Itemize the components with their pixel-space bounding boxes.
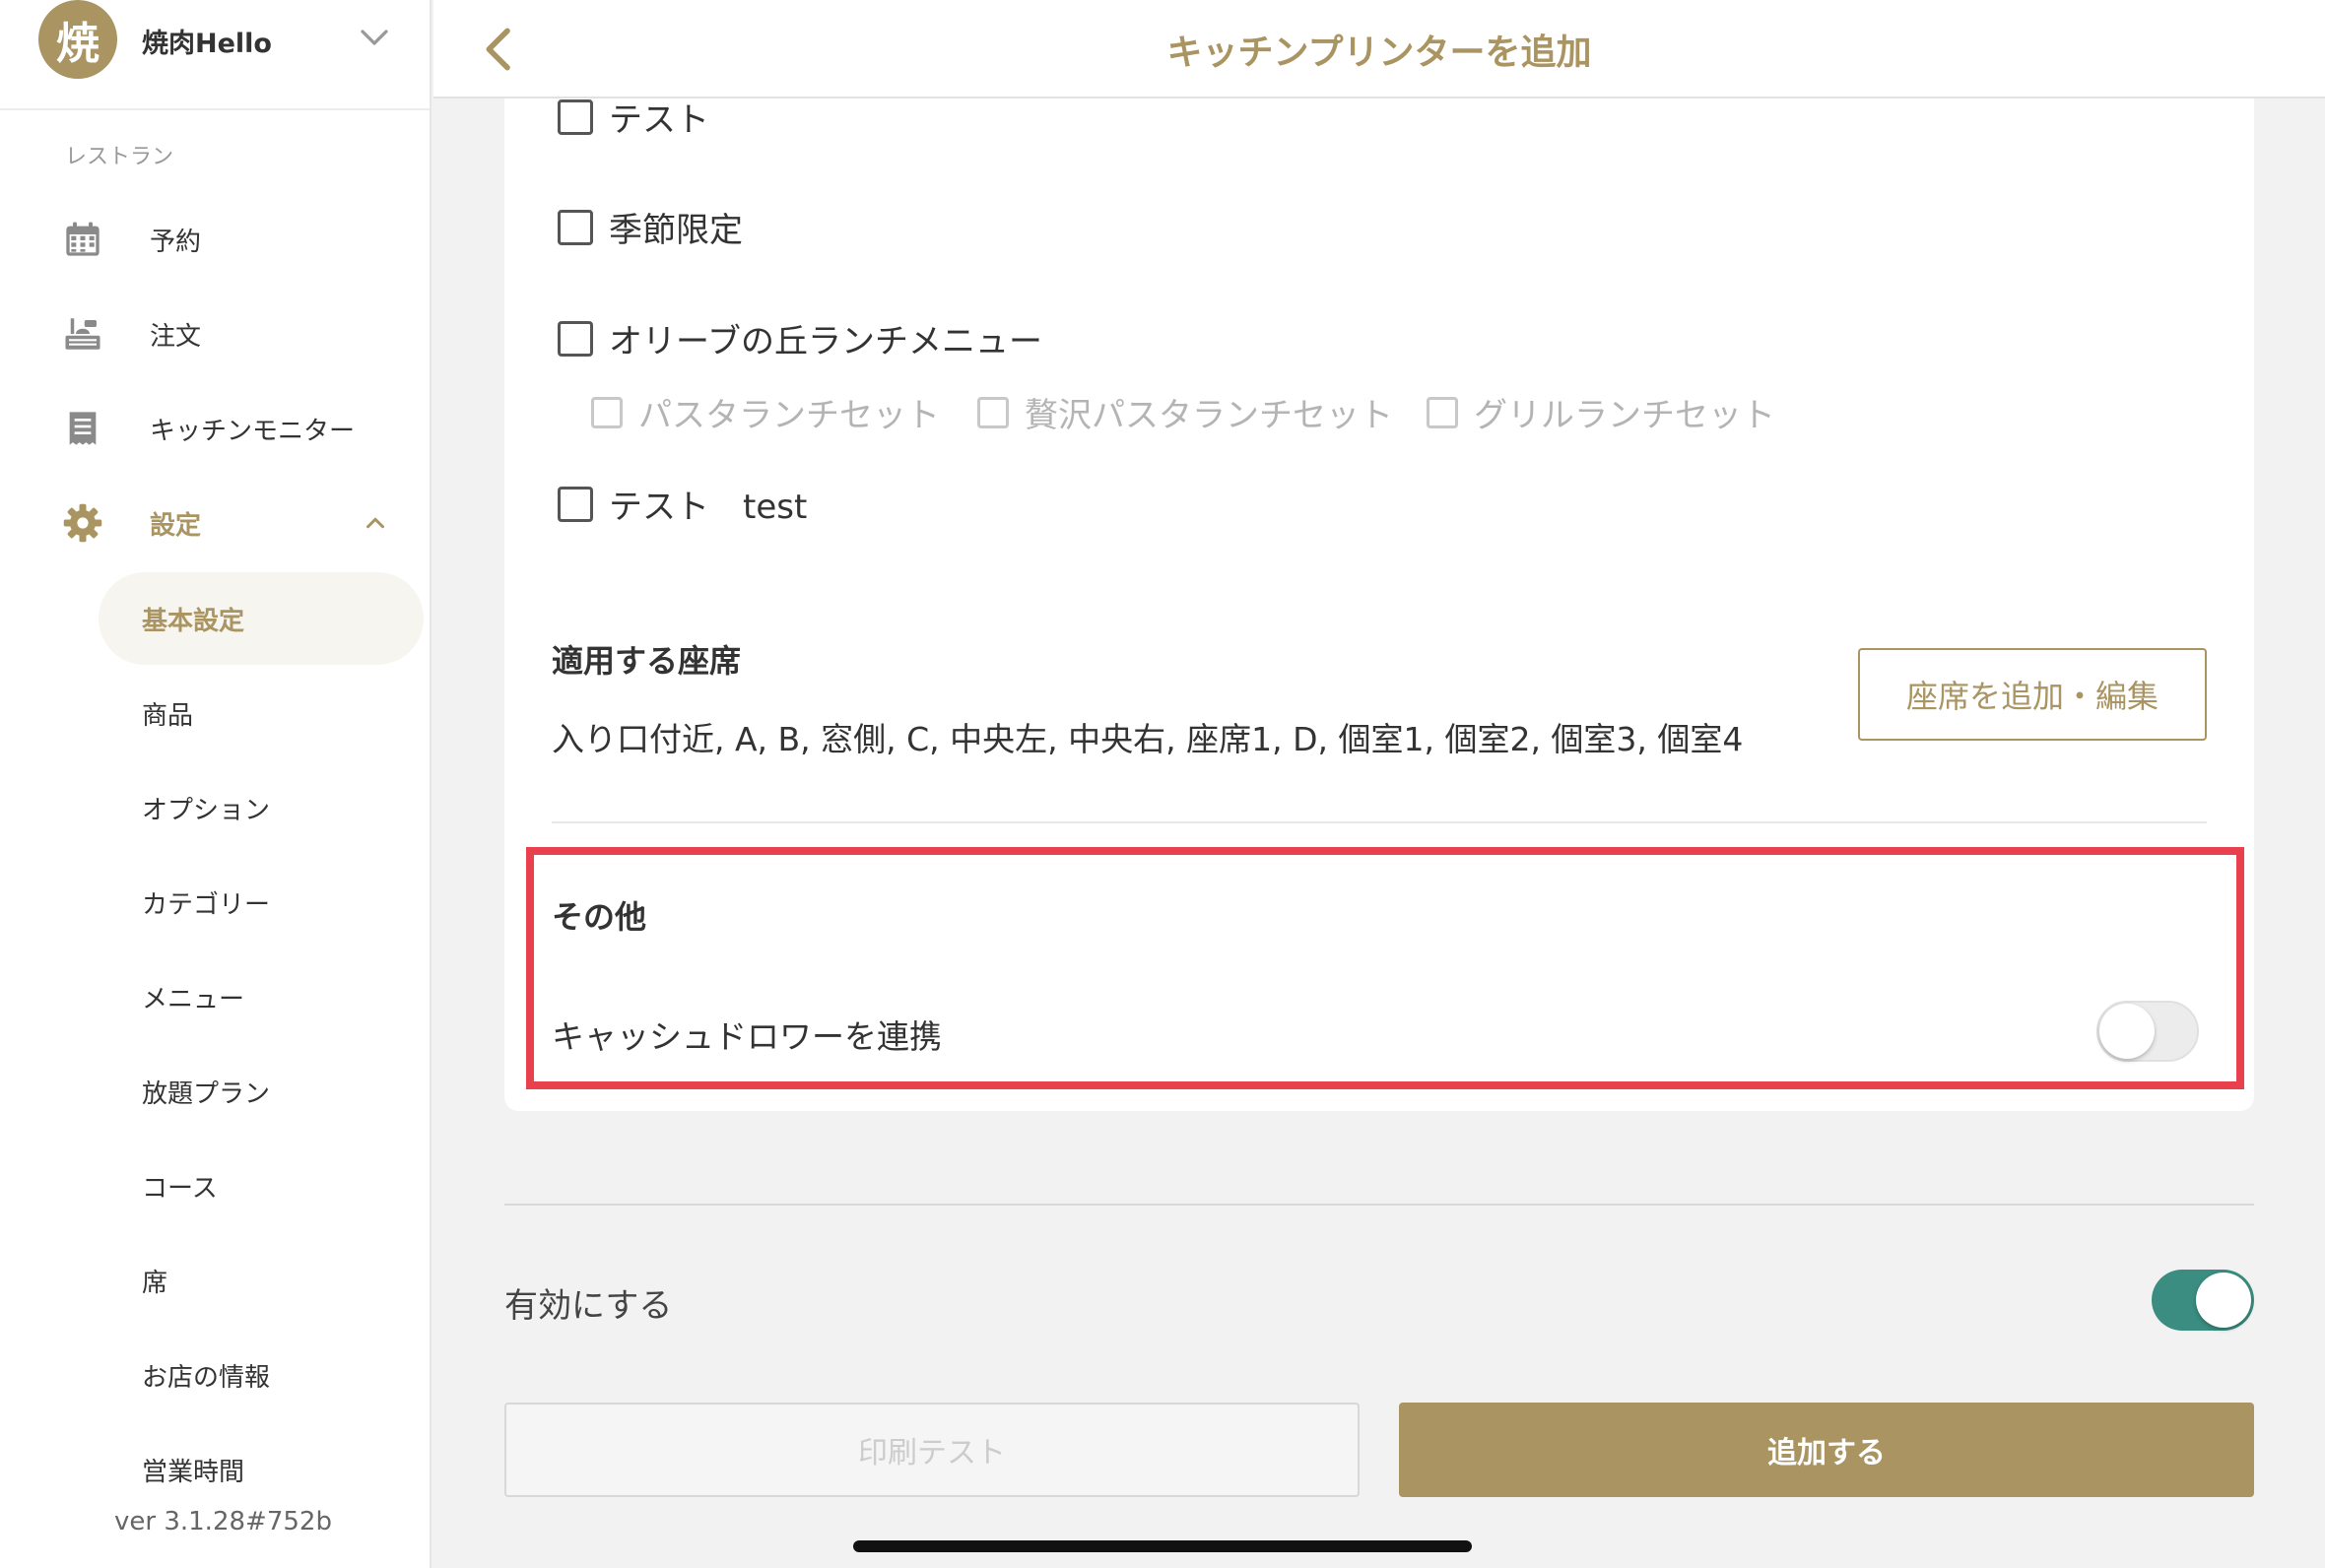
sidebar-subitem-options[interactable]: オプション bbox=[99, 761, 424, 854]
sidebar-subitem-seats[interactable]: 席 bbox=[99, 1234, 424, 1327]
enable-label: 有効にする bbox=[504, 1286, 673, 1326]
checkbox[interactable] bbox=[558, 209, 593, 245]
sidebar-subitem-label: 営業時間 bbox=[142, 1457, 245, 1487]
section-label: レストラン bbox=[65, 145, 174, 169]
checkbox-label: テスト test bbox=[609, 488, 808, 527]
app-version: ver 3.1.28#752b bbox=[114, 1507, 332, 1536]
sidebar-item-label: 設定 bbox=[150, 510, 202, 541]
checkbox bbox=[1427, 396, 1458, 428]
sidebar-subitem-store-info[interactable]: お店の情報 bbox=[99, 1329, 424, 1421]
menu-checkbox-row-disabled: グリルランチセット bbox=[1427, 388, 1775, 436]
sidebar-subitem-categories[interactable]: カテゴリー bbox=[99, 856, 424, 948]
printer-settings-card: テスト 季節限定 オリーブの丘ランチメニュー パスタランチセット 贅沢パスタラン… bbox=[504, 98, 2254, 1111]
toggle-knob bbox=[2099, 1004, 2155, 1059]
add-button[interactable]: 追加する bbox=[1399, 1403, 2254, 1497]
category-checkbox-row[interactable]: テスト test bbox=[558, 480, 807, 528]
checkbox-label: テスト bbox=[609, 100, 709, 140]
checkbox bbox=[977, 396, 1009, 428]
enable-toggle[interactable] bbox=[2152, 1270, 2254, 1331]
checkbox-label: グリルランチセット bbox=[1474, 396, 1775, 435]
sidebar-subitem-label: コース bbox=[142, 1173, 218, 1204]
sidebar-subitem-menus[interactable]: メニュー bbox=[99, 950, 424, 1043]
sidebar-subitem-label: 放題プラン bbox=[142, 1078, 271, 1109]
menu-checkbox-row-disabled: パスタランチセット bbox=[591, 388, 940, 436]
checkbox-label: パスタランチセット bbox=[638, 396, 940, 435]
sidebar-subitem-label: カテゴリー bbox=[142, 889, 271, 920]
sidebar-item-label: キッチンモニター bbox=[150, 416, 356, 446]
sidebar-item-settings[interactable]: 設定 bbox=[0, 489, 430, 557]
checkbox bbox=[591, 396, 623, 428]
checkbox[interactable] bbox=[558, 98, 593, 135]
checkbox[interactable] bbox=[558, 486, 593, 522]
divider bbox=[504, 1204, 2254, 1206]
category-checkbox-row[interactable]: オリーブの丘ランチメニュー bbox=[558, 314, 1042, 362]
cash-drawer-label: キャッシュドロワーを連携 bbox=[552, 1017, 942, 1056]
print-test-button[interactable]: 印刷テスト bbox=[504, 1403, 1360, 1497]
cash-drawer-toggle[interactable] bbox=[2096, 1001, 2199, 1062]
store-switcher[interactable]: 焼 焼肉Hello bbox=[0, 0, 430, 110]
home-indicator bbox=[853, 1540, 1472, 1552]
category-checkbox-row[interactable]: 季節限定 bbox=[558, 203, 743, 251]
sidebar-subitem-all-you-can-plans[interactable]: 放題プラン bbox=[99, 1045, 424, 1138]
sidebar-item-orders[interactable]: 注文 bbox=[0, 299, 430, 368]
sidebar-subitem-label: 基本設定 bbox=[142, 606, 245, 636]
top-bar: キッチンプリンターを追加 bbox=[433, 0, 2325, 98]
sidebar-subitem-courses[interactable]: コース bbox=[99, 1140, 424, 1232]
app: 焼 焼肉Hello レストラン 予約 注文 キッチンモニター 設定 基本設定 商… bbox=[0, 0, 2325, 1568]
other-section-title: その他 bbox=[552, 898, 647, 936]
sidebar-item-kitchen-monitor[interactable]: キッチンモニター bbox=[0, 394, 430, 463]
sidebar-subitem-label: メニュー bbox=[142, 984, 245, 1014]
checkbox-label: 季節限定 bbox=[609, 211, 743, 250]
checkbox-label: 贅沢パスタランチセット bbox=[1025, 396, 1393, 435]
sidebar: 焼 焼肉Hello レストラン 予約 注文 キッチンモニター 設定 基本設定 商… bbox=[0, 0, 432, 1568]
store-avatar: 焼 bbox=[38, 0, 117, 79]
sidebar-subitem-label: お店の情報 bbox=[142, 1362, 271, 1393]
receipt-icon bbox=[61, 407, 104, 450]
gear-icon bbox=[61, 501, 104, 545]
sidebar-subitem-label: オプション bbox=[142, 795, 271, 825]
sidebar-item-label: 注文 bbox=[150, 321, 202, 352]
chevron-up-icon bbox=[366, 517, 384, 529]
checkbox-label: オリーブの丘ランチメニュー bbox=[609, 322, 1042, 361]
sidebar-subitem-products[interactable]: 商品 bbox=[99, 667, 424, 759]
sidebar-subitem-label: 席 bbox=[142, 1268, 168, 1298]
divider bbox=[552, 821, 2207, 823]
page-title: キッチンプリンターを追加 bbox=[1166, 33, 1592, 73]
sidebar-item-reservations[interactable]: 予約 bbox=[0, 205, 430, 274]
store-name: 焼肉Hello bbox=[142, 29, 272, 59]
edit-seats-button[interactable]: 座席を追加・編集 bbox=[1858, 648, 2207, 741]
category-checkbox-row[interactable]: テスト bbox=[558, 93, 709, 141]
chevron-down-icon[interactable] bbox=[357, 20, 392, 55]
seats-list: 入り口付近, A, B, 窓側, C, 中央左, 中央右, 座席1, D, 個室… bbox=[552, 720, 1744, 758]
order-tray-icon bbox=[61, 312, 104, 356]
seats-section-title: 適用する座席 bbox=[552, 642, 742, 680]
menu-checkbox-row-disabled: 贅沢パスタランチセット bbox=[977, 388, 1393, 436]
sidebar-subitem-label: 商品 bbox=[142, 700, 194, 731]
calendar-icon bbox=[61, 218, 104, 261]
sidebar-item-label: 予約 bbox=[150, 227, 202, 257]
sidebar-subitem-basic-settings[interactable]: 基本設定 bbox=[99, 572, 424, 665]
checkbox[interactable] bbox=[558, 320, 593, 357]
sidebar-subitem-business-hours[interactable]: 営業時間 bbox=[99, 1423, 424, 1516]
toggle-knob bbox=[2196, 1273, 2251, 1328]
